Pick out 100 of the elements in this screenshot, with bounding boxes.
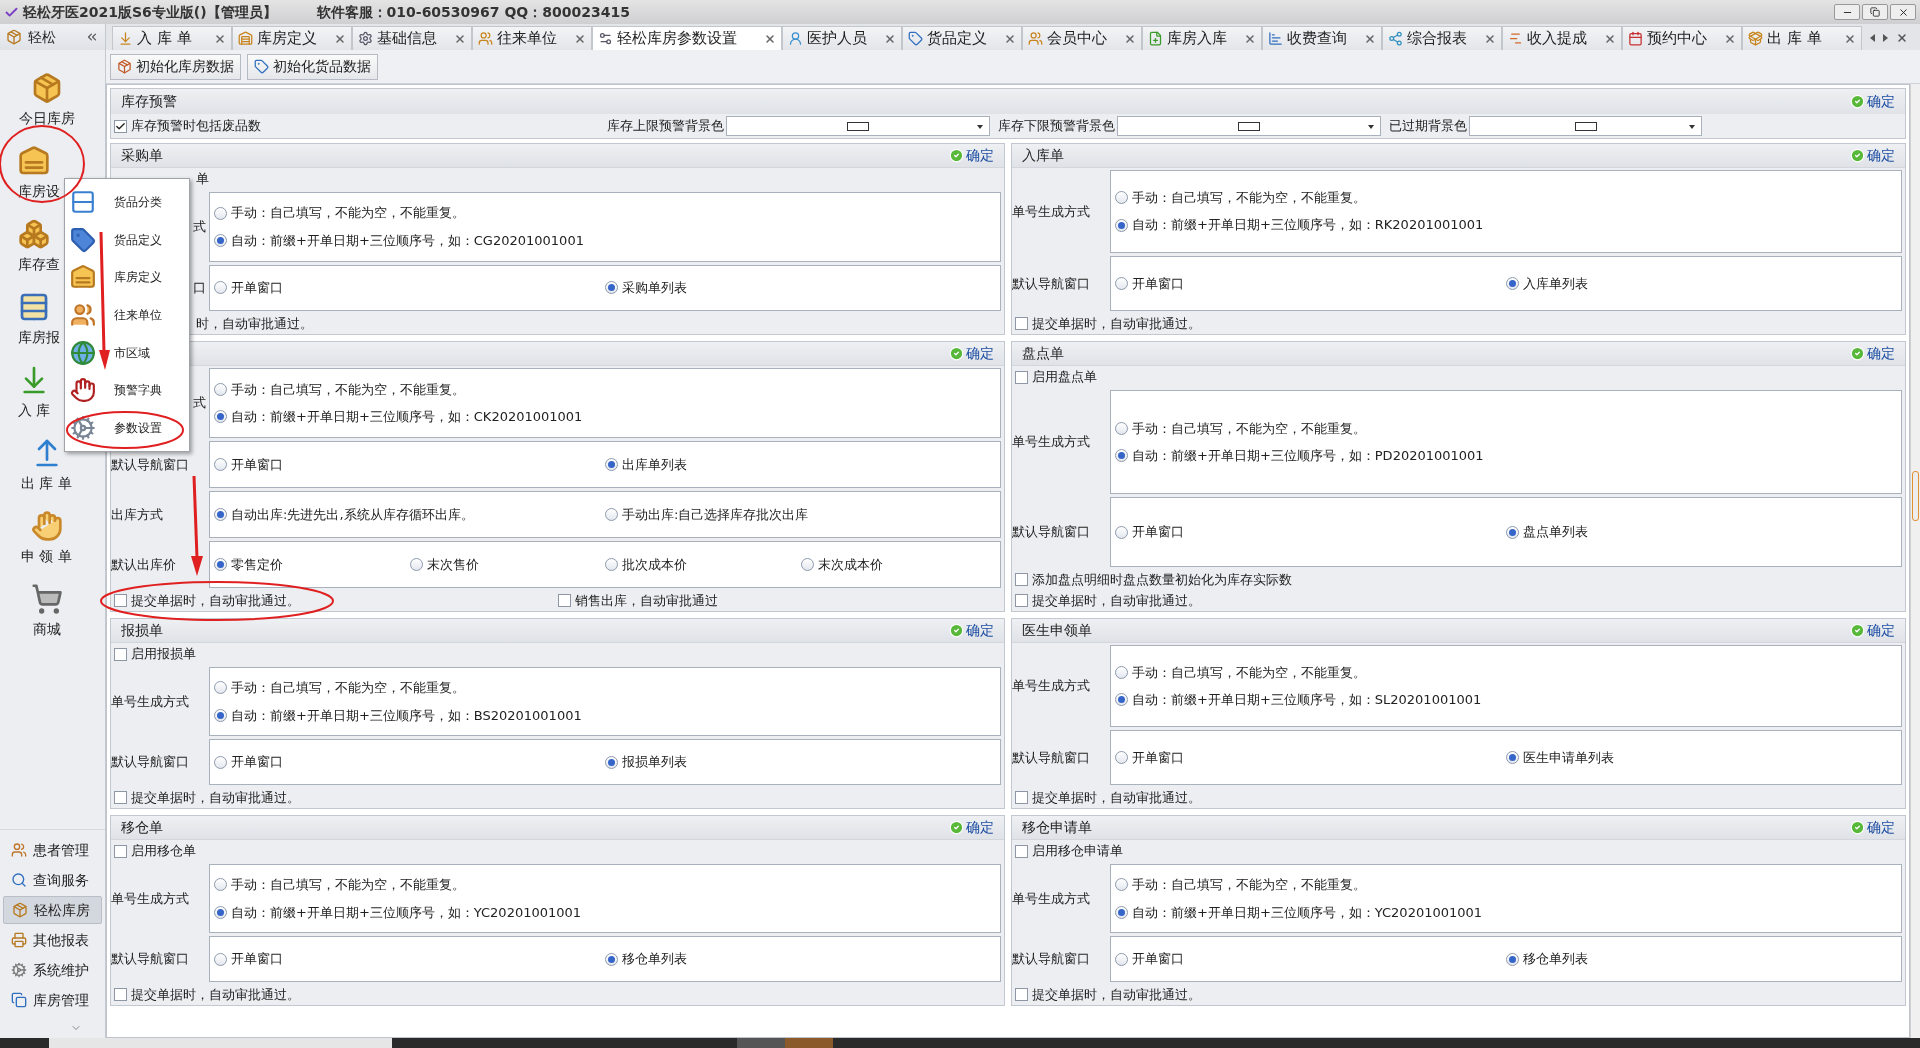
close-icon[interactable] [214,32,226,45]
close-icon[interactable] [574,32,586,45]
confirm-button[interactable]: 确定 [949,145,994,166]
checkbox[interactable] [557,594,571,607]
radio-button[interactable] [214,952,227,966]
color-dropdown[interactable] [1469,116,1702,136]
close-icon[interactable] [1124,32,1136,45]
tab[interactable]: 基础信息 [352,26,472,50]
close-icon[interactable] [1896,32,1908,44]
tab[interactable]: 出 库 单 [1742,26,1862,50]
checkbox[interactable] [114,791,127,804]
radio-button[interactable] [214,755,227,769]
radio-button[interactable] [605,755,618,769]
tab[interactable]: 库房入库 [1142,26,1262,50]
checkbox[interactable] [1015,988,1028,1001]
tab[interactable]: 综合报表 [1382,26,1502,50]
sidebar-item[interactable]: 商城 [0,575,105,648]
tab[interactable]: 货品定义 [902,26,1022,50]
radio-button[interactable] [1115,905,1128,919]
menu-item[interactable]: 货品定义 [65,220,189,259]
menu-item[interactable]: 货品分类 [65,183,189,221]
color-dropdown[interactable] [1117,116,1381,136]
radio-button[interactable] [214,558,227,572]
minimize-button[interactable] [1834,4,1860,20]
menu-item[interactable]: 往来单位 [65,296,189,334]
close-icon[interactable] [1724,32,1736,45]
close-icon[interactable] [454,32,466,45]
scrollbar-thumb[interactable] [1912,471,1919,521]
close-icon[interactable] [1004,32,1016,45]
checkbox[interactable] [1015,594,1028,607]
radio-button[interactable] [1506,525,1519,539]
nav-item[interactable]: 患者管理 [3,836,102,864]
close-icon[interactable] [1484,32,1496,45]
nav-item[interactable]: 系统维护 [3,956,102,984]
radio-button[interactable] [214,905,227,919]
nav-item[interactable]: 轻松库房 [3,896,102,924]
scrollbar[interactable] [1910,84,1920,1038]
tab[interactable]: 预约中心 [1622,26,1742,50]
checkbox[interactable] [1015,844,1028,858]
radio-button[interactable] [214,382,227,396]
radio-button[interactable] [1115,191,1128,205]
confirm-button[interactable]: 确定 [949,620,994,641]
tab[interactable]: 轻松库房参数设置 [592,26,782,50]
confirm-button[interactable]: 确定 [1850,91,1895,112]
radio-button[interactable] [214,681,227,695]
toolbar-button[interactable]: 初始化货品数据 [247,53,378,80]
radio-button[interactable] [605,952,618,966]
radio-button[interactable] [1115,421,1128,435]
checkbox[interactable] [1015,317,1028,330]
radio-button[interactable] [214,234,227,248]
radio-button[interactable] [1506,751,1519,765]
close-icon[interactable] [764,32,776,45]
radio-button[interactable] [1506,276,1519,290]
confirm-button[interactable]: 确定 [1850,343,1895,364]
nav-item[interactable]: 其他报表 [3,926,102,954]
close-icon[interactable] [334,32,346,45]
checkbox[interactable] [1015,370,1028,384]
radio-button[interactable] [214,281,227,295]
tab[interactable]: 库房定义 [232,26,352,50]
tab[interactable]: 医护人员 [782,26,902,50]
confirm-button[interactable]: 确定 [1850,145,1895,166]
collapse-icon[interactable] [85,30,99,44]
radio-button[interactable] [214,410,227,424]
confirm-button[interactable]: 确定 [949,343,994,364]
checkbox[interactable] [114,119,127,133]
radio-button[interactable] [409,558,423,572]
radio-button[interactable] [214,878,227,892]
close-icon[interactable] [1364,32,1376,45]
tab[interactable]: 往来单位 [472,26,592,50]
radio-button[interactable] [800,558,814,572]
radio-button[interactable] [214,458,227,472]
tab[interactable]: 收费查询 [1262,26,1382,50]
restore-button[interactable] [1862,4,1888,20]
confirm-button[interactable]: 确定 [1850,620,1895,641]
radio-button[interactable] [605,508,618,522]
scroll-right-icon[interactable] [1883,34,1888,42]
radio-button[interactable] [214,508,227,522]
confirm-button[interactable]: 确定 [949,817,994,838]
close-button[interactable] [1890,4,1916,20]
radio-button[interactable] [605,458,618,472]
close-icon[interactable] [1604,32,1616,45]
tab[interactable]: 会员中心 [1022,26,1142,50]
radio-button[interactable] [1115,218,1128,232]
radio-button[interactable] [1115,665,1128,679]
checkbox[interactable] [114,594,127,607]
scroll-left-icon[interactable] [1870,34,1875,42]
radio-button[interactable] [1115,525,1128,539]
radio-button[interactable] [605,281,618,295]
toolbar-button[interactable]: 初始化库房数据 [110,53,241,80]
menu-item[interactable]: 库房定义 [65,258,189,297]
close-icon[interactable] [1844,32,1856,45]
close-icon[interactable] [1244,32,1256,45]
radio-button[interactable] [1115,878,1128,892]
radio-button[interactable] [1115,952,1128,966]
nav-item[interactable]: 查询服务 [3,866,102,894]
radio-button[interactable] [1115,449,1128,463]
checkbox[interactable] [114,844,127,858]
radio-button[interactable] [1115,751,1128,765]
checkbox[interactable] [114,988,127,1001]
radio-button[interactable] [214,206,227,220]
